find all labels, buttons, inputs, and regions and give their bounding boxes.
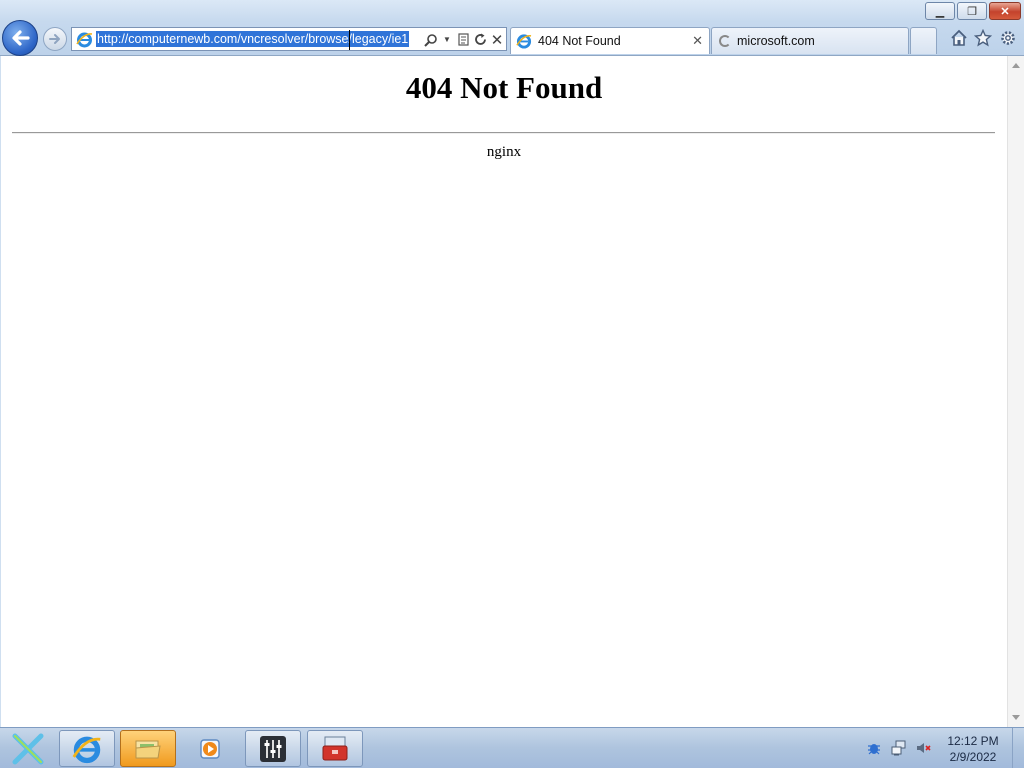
tab-close-icon[interactable]: ✕ [692, 33, 703, 49]
tray-volume-muted-icon[interactable] [915, 740, 931, 756]
media-player-icon [200, 738, 220, 759]
divider [12, 132, 995, 134]
maximize-button[interactable]: ❐ [957, 2, 987, 20]
back-button[interactable] [2, 20, 38, 56]
vertical-scrollbar[interactable] [1007, 56, 1024, 727]
start-logo-icon [12, 733, 44, 764]
gear-icon[interactable] [998, 28, 1018, 48]
page-title: 404 Not Found [405, 70, 603, 105]
close-icon: ✕ [1000, 5, 1010, 18]
folder-icon [135, 740, 161, 758]
ie-logo-icon [72, 736, 101, 763]
back-arrow-icon [12, 30, 30, 46]
scroll-down-icon[interactable] [1012, 715, 1020, 720]
taskbar: 12:12 PM 2/9/2022 [0, 727, 1024, 768]
server-signature: nginx [486, 144, 522, 160]
chevron-down-icon[interactable]: ▼ [442, 31, 452, 48]
taskbar-volume-mixer[interactable] [245, 730, 301, 767]
address-url-text[interactable]: http://computernewb.com/vncresolver/brow… [96, 31, 410, 47]
tab-microsoft[interactable]: microsoft.com [711, 27, 909, 54]
start-button[interactable] [4, 730, 52, 767]
show-desktop-button[interactable] [1012, 728, 1024, 768]
ie-logo-icon [76, 32, 93, 48]
taskbar-media-player[interactable] [183, 730, 239, 767]
tab-404-not-found[interactable]: 404 Not Found ✕ [510, 27, 710, 54]
page-content: 404 Not Found nginx [1, 56, 1007, 727]
forward-button[interactable] [43, 27, 67, 51]
taskbar-internet-explorer[interactable] [59, 730, 115, 767]
text-cursor [349, 30, 350, 50]
minimize-button[interactable]: ▁ [925, 2, 955, 20]
close-window-button[interactable]: ✕ [989, 2, 1021, 20]
clock-date: 2/9/2022 [949, 750, 997, 764]
favorites-star-icon[interactable] [973, 28, 993, 48]
address-bar[interactable]: http://computernewb.com/vncresolver/brow… [71, 27, 507, 51]
maximize-icon: ❐ [967, 5, 977, 18]
new-tab-button[interactable] [910, 27, 937, 54]
clock-time: 12:12 PM [947, 734, 999, 748]
toolbox-icon [322, 736, 348, 760]
tray-network-icon[interactable] [891, 740, 907, 756]
taskbar-windows-explorer[interactable] [120, 730, 176, 767]
refresh-icon[interactable] [472, 31, 488, 48]
taskbar-toolbox[interactable] [307, 730, 363, 767]
home-icon[interactable] [949, 28, 969, 48]
tray-bug-icon[interactable] [866, 740, 882, 756]
loading-spinner-icon [719, 35, 731, 47]
forward-arrow-icon [49, 34, 60, 44]
scroll-up-icon[interactable] [1012, 63, 1020, 68]
ie-page-icon [516, 34, 532, 49]
stop-icon[interactable]: ✕ [489, 31, 505, 49]
tab-label: 404 Not Found [538, 34, 621, 48]
mixer-icon [260, 735, 286, 762]
tab-label: microsoft.com [737, 34, 815, 48]
minimize-icon: ▁ [935, 5, 945, 18]
search-icon[interactable] [422, 31, 440, 48]
compatibility-view-icon[interactable] [457, 31, 471, 48]
system-clock[interactable]: 12:12 PM 2/9/2022 [940, 733, 1006, 765]
